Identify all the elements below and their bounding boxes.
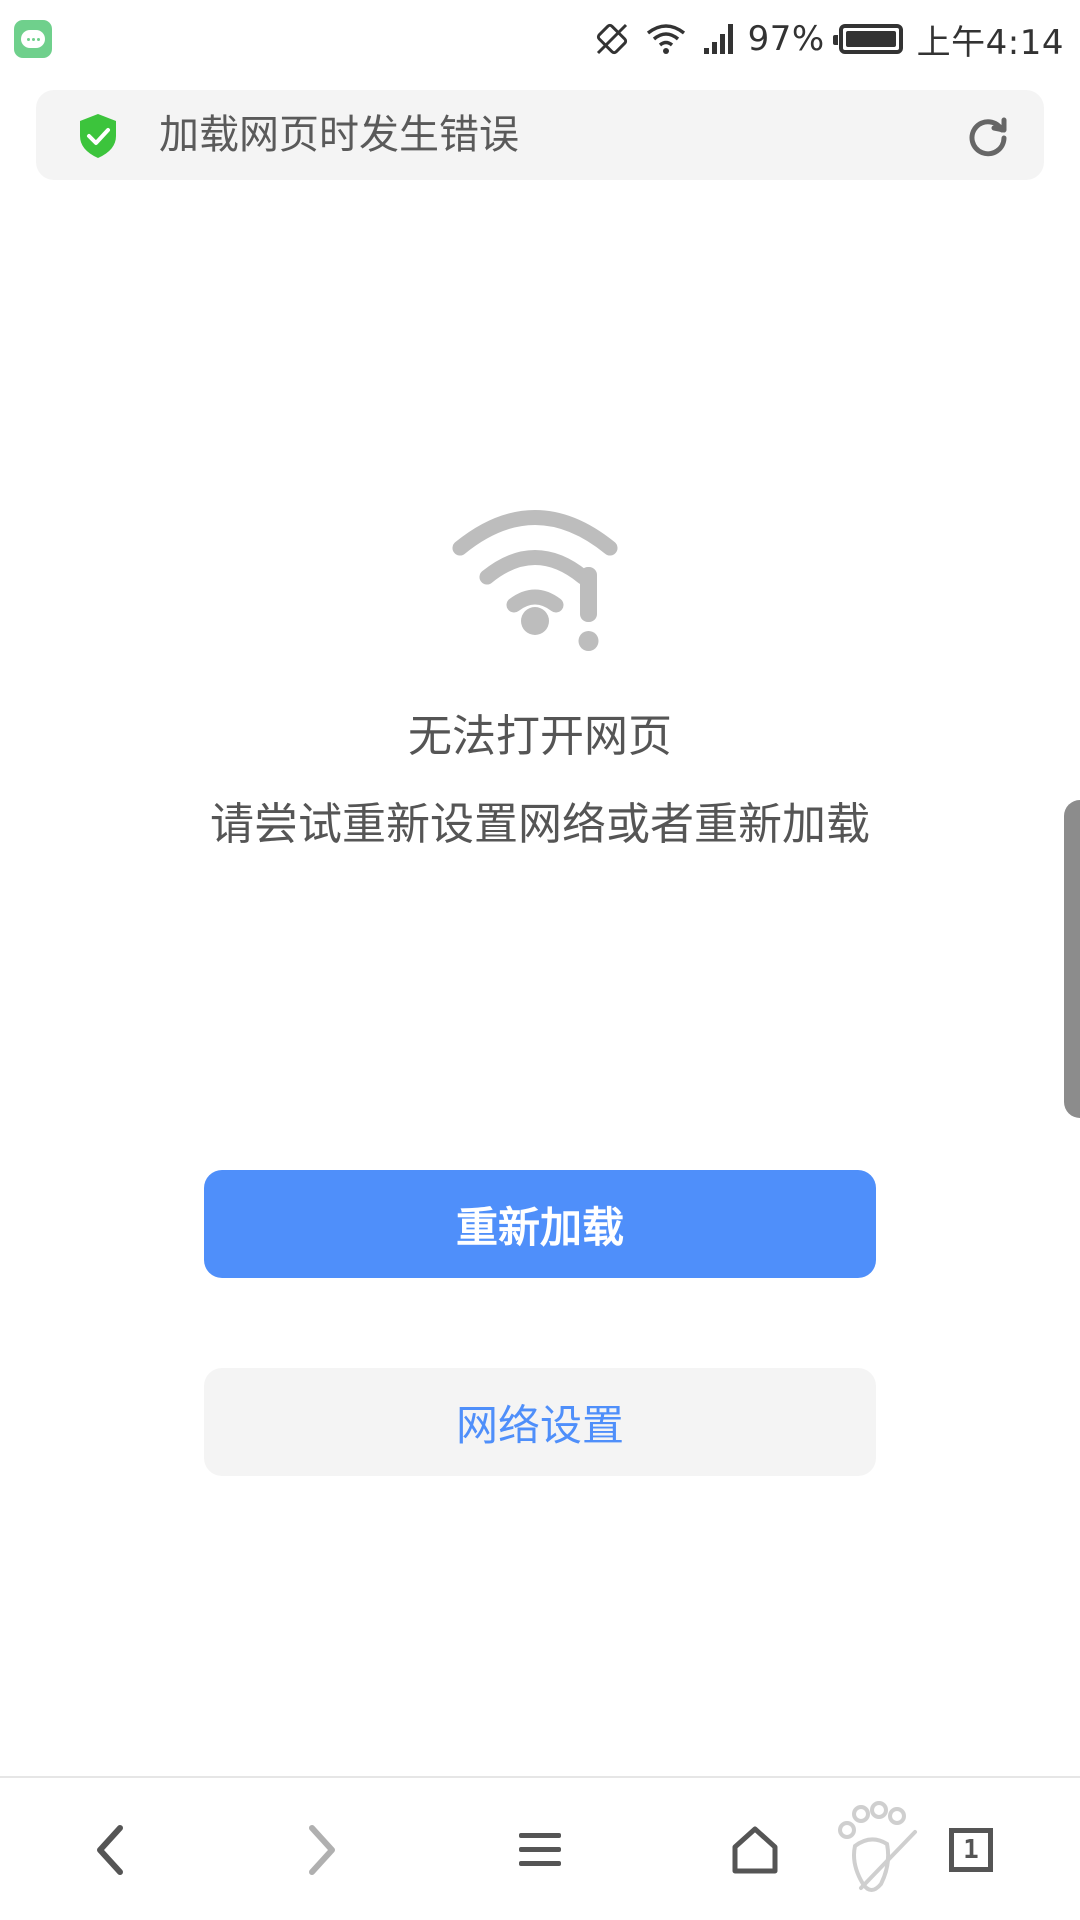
back-button[interactable] <box>72 1778 148 1920</box>
status-bar: 97% 上午4:14 <box>0 0 1080 78</box>
paw-button[interactable] <box>824 1778 934 1920</box>
signal-icon <box>703 24 733 54</box>
rotate-icon <box>596 23 627 55</box>
clock: 上午4:14 <box>916 22 1064 63</box>
status-left <box>14 20 52 58</box>
forward-button[interactable] <box>284 1778 360 1920</box>
address-text[interactable]: 加载网页时发生错误 <box>159 90 519 180</box>
home-button[interactable] <box>720 1778 790 1920</box>
battery-icon <box>832 24 903 54</box>
address-bar[interactable]: 加载网页时发生错误 <box>36 90 1044 180</box>
security-shield-icon <box>80 114 116 158</box>
wifi-icon <box>646 24 685 54</box>
wifi-error-icon <box>452 510 618 651</box>
reload-icon[interactable] <box>964 112 1012 160</box>
side-drag-handle[interactable] <box>1064 800 1080 1118</box>
error-subtitle: 请尝试重新设置网络或者重新加载 <box>210 799 870 850</box>
status-right: 97% 上午4:14 <box>594 14 1064 64</box>
paw-icon <box>838 1801 917 1892</box>
tabs-button[interactable]: 1 <box>948 1778 994 1920</box>
message-icon <box>14 20 52 58</box>
back-icon <box>97 1825 123 1875</box>
menu-icon <box>519 1833 561 1866</box>
network-settings-button[interactable]: 网络设置 <box>204 1368 876 1476</box>
error-title: 无法打开网页 <box>408 711 672 762</box>
battery-percent: 97% <box>747 19 825 59</box>
forward-icon <box>309 1825 335 1875</box>
browser-error-page: 97% 上午4:14 加载网页时发生错误 无法打开网页 请尝试重新设置网络或者重… <box>0 0 1080 1920</box>
home-icon <box>732 1826 778 1874</box>
tabs-icon: 1 <box>949 1828 993 1872</box>
menu-button[interactable] <box>502 1778 578 1920</box>
bottom-nav: 1 <box>0 1776 1080 1920</box>
reload-button[interactable]: 重新加载 <box>204 1170 876 1278</box>
